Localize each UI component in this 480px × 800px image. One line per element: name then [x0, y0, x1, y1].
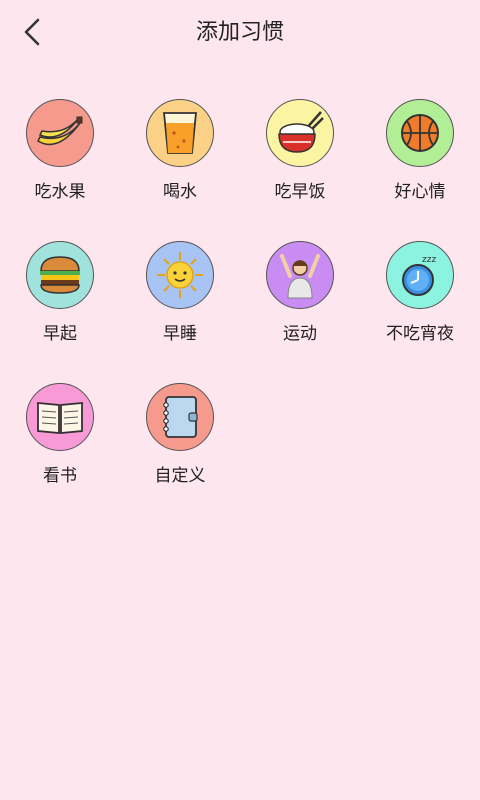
sun-icon [146, 241, 214, 309]
habit-grid: 吃水果 喝水 吃早饭 好心情 早起 早睡 运动 zzz 不吃宵夜 看书 自定义 [0, 96, 480, 522]
header: 添加习惯 [0, 0, 480, 68]
banana-icon [26, 99, 94, 167]
habit-item-breakfast[interactable]: 吃早饭 [240, 96, 360, 238]
habit-item-exercise[interactable]: 运动 [240, 238, 360, 380]
habit-item-fruit[interactable]: 吃水果 [0, 96, 120, 238]
svg-text:zzz: zzz [422, 255, 436, 265]
habit-label: 好心情 [394, 182, 446, 202]
habit-label: 看书 [43, 466, 77, 486]
habit-item-early-sleep[interactable]: 早睡 [120, 238, 240, 380]
habit-item-custom[interactable]: 自定义 [120, 380, 240, 522]
open-book-icon [26, 383, 94, 451]
habit-label: 早睡 [163, 324, 197, 344]
habit-label: 运动 [283, 324, 317, 344]
habit-label: 早起 [43, 324, 77, 344]
rice-bowl-icon [266, 99, 334, 167]
habit-label: 不吃宵夜 [386, 324, 454, 344]
basketball-icon [386, 99, 454, 167]
page-title: 添加习惯 [195, 20, 284, 45]
water-glass-icon [146, 99, 214, 167]
habit-item-water[interactable]: 喝水 [120, 96, 240, 238]
habit-label: 吃早饭 [274, 182, 326, 202]
habit-item-mood[interactable]: 好心情 [360, 96, 480, 238]
notebook-icon [146, 383, 214, 451]
habit-item-early-rise[interactable]: 早起 [0, 238, 120, 380]
habit-label: 喝水 [163, 182, 197, 202]
habit-label: 自定义 [154, 466, 206, 486]
burger-icon [26, 241, 94, 309]
habit-item-no-late-snack[interactable]: zzz 不吃宵夜 [360, 238, 480, 380]
habit-label: 吃水果 [34, 182, 86, 202]
stretching-person-icon [266, 241, 334, 309]
sleep-clock-icon: zzz [386, 241, 454, 309]
habit-item-reading[interactable]: 看书 [0, 380, 120, 522]
